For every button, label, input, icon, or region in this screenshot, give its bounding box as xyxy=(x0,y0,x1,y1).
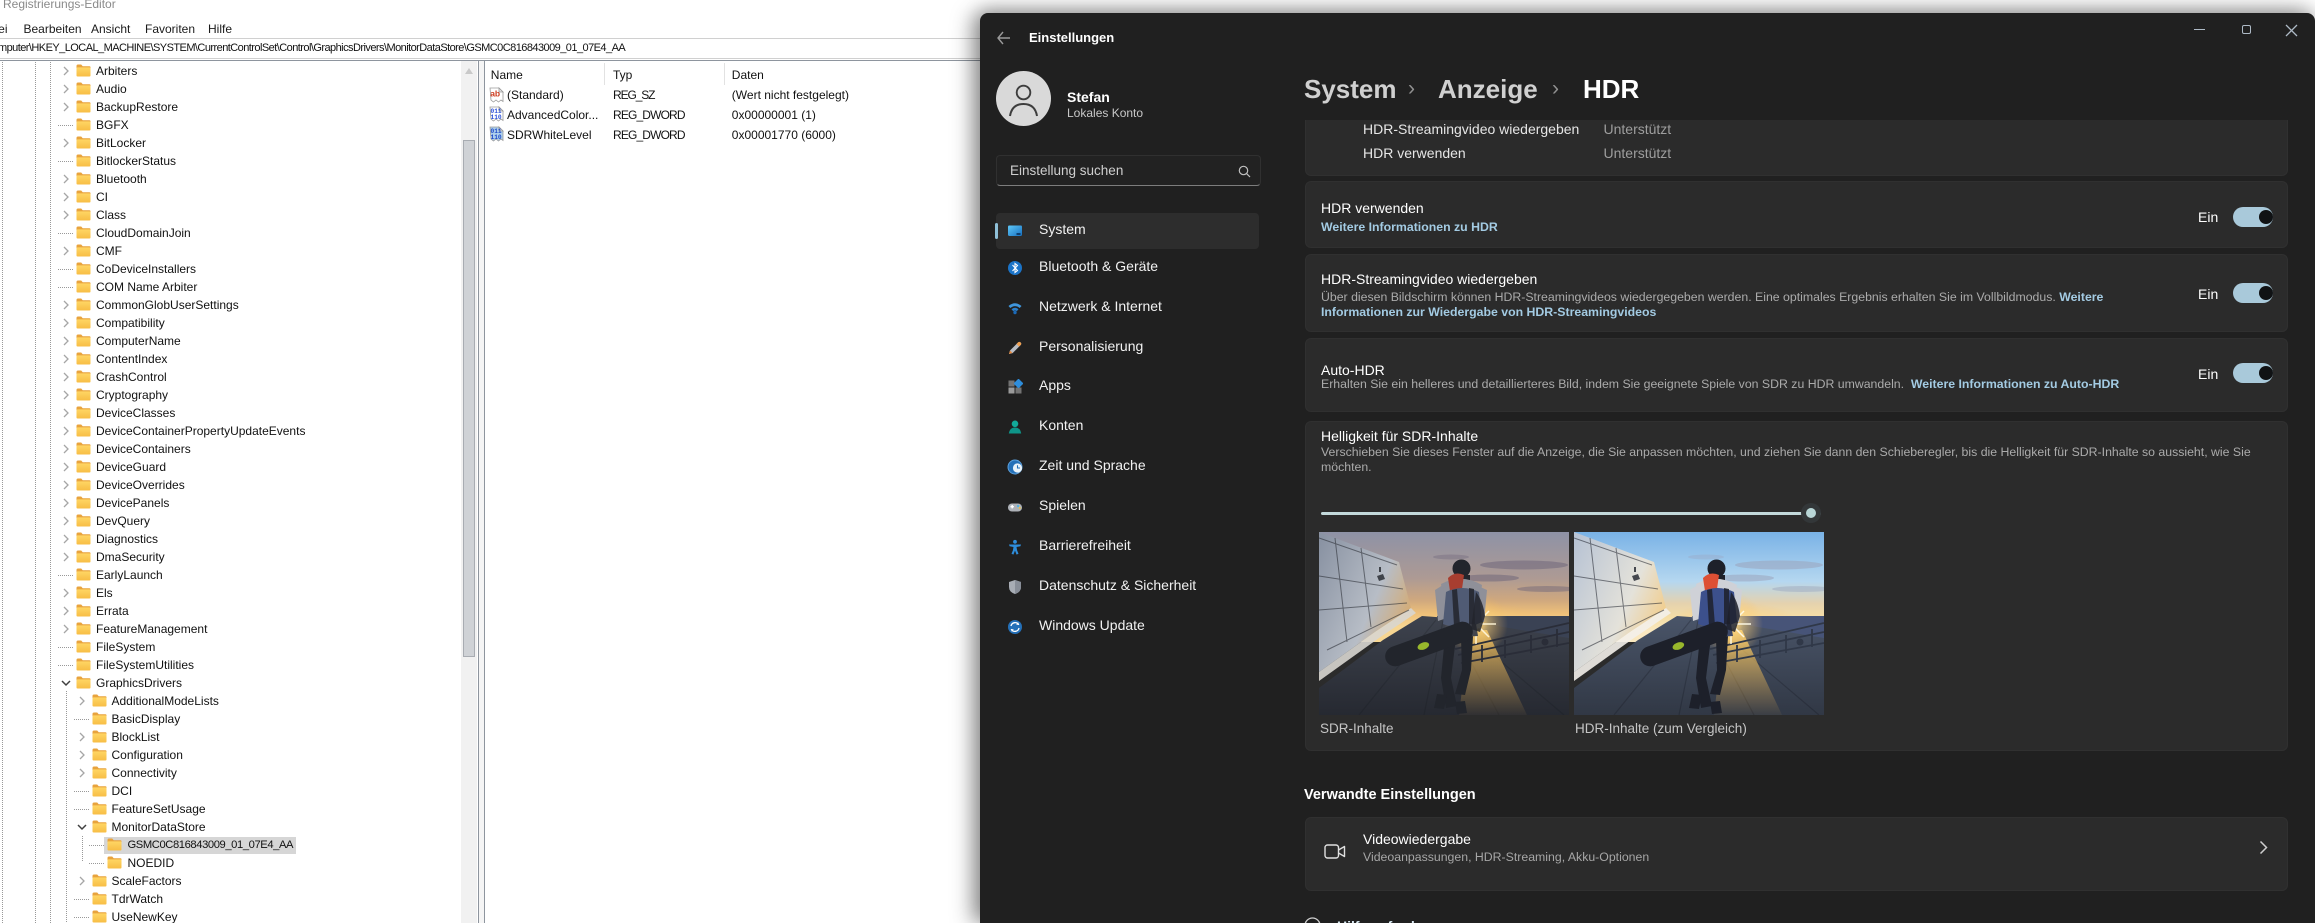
svg-text:ab: ab xyxy=(490,88,500,98)
svg-text:110: 110 xyxy=(491,114,502,121)
svg-text:110: 110 xyxy=(491,134,502,141)
